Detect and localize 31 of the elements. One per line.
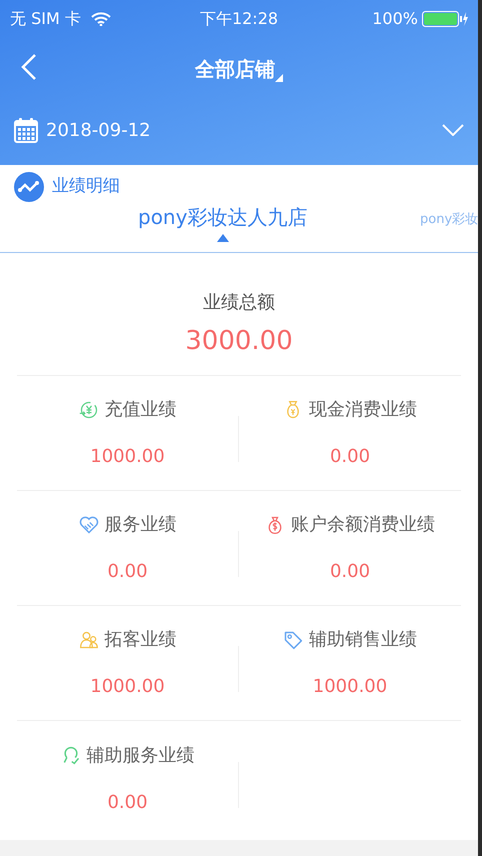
store-tab[interactable]: pony彩妆达人九店 xyxy=(138,202,308,242)
battery-percent: 100% xyxy=(372,8,418,30)
metric-label: 辅助服务业绩 xyxy=(86,744,194,768)
metric-label: 服务业绩 xyxy=(104,513,176,537)
metric-value: 0.00 xyxy=(107,560,148,584)
metric-label: 拓客业绩 xyxy=(104,628,176,652)
store-tab[interactable]: pony彩妆 xyxy=(420,210,478,230)
chevron-down-icon xyxy=(442,124,464,136)
metric-label: 现金消费业绩 xyxy=(309,398,417,422)
triangle-indicator-icon xyxy=(216,234,229,242)
battery-icon xyxy=(422,11,468,27)
metric-label: 辅助销售业绩 xyxy=(309,628,417,652)
store-selector[interactable]: 全部店铺 xyxy=(195,54,283,84)
metric-value: 0.00 xyxy=(330,560,370,584)
metric-label: 账户余额消费业绩 xyxy=(291,513,435,537)
metric-value: 1000.00 xyxy=(90,445,165,469)
caret-icon xyxy=(275,74,283,82)
section-title: 业绩明细 xyxy=(52,175,120,198)
metric-value: 0.00 xyxy=(107,790,148,814)
metric-label: 充值业绩 xyxy=(104,398,176,422)
carrier-label: 无 SIM 卡 xyxy=(10,8,81,30)
metric-value: 1000.00 xyxy=(90,675,165,699)
metric-value: 1000.00 xyxy=(312,675,388,699)
date-picker[interactable]: 2018-09-12 xyxy=(0,108,478,152)
total-label: 业绩总额 xyxy=(203,291,275,315)
calendar-icon xyxy=(14,117,38,143)
wifi-icon xyxy=(90,12,111,26)
clock: 下午12:28 xyxy=(198,8,280,30)
metric-value: 0.00 xyxy=(330,445,370,469)
total-value: 3000.00 xyxy=(185,325,293,358)
trend-icon xyxy=(14,172,44,202)
